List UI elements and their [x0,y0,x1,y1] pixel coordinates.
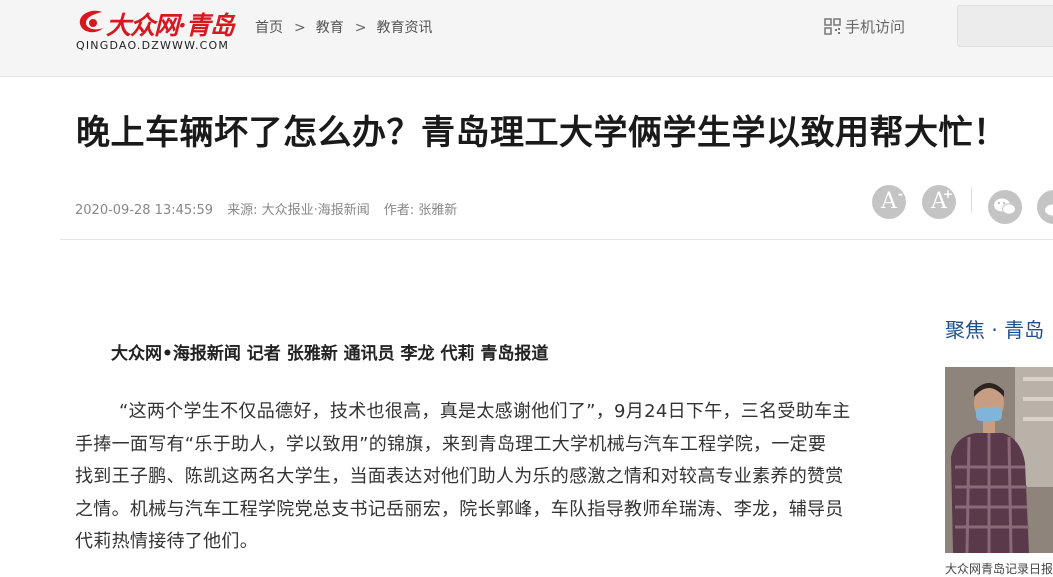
paragraph-line: 之情。机械与汽车工程学院党总支书记岳丽宏，院长郭峰，车队指导教师牟瑞涛、李龙，辅… [75,498,844,520]
minus-icon: - [898,187,903,201]
search-input[interactable] [957,5,1053,47]
logo-swirl-icon [79,10,103,33]
font-increase-button[interactable]: A + [922,185,956,219]
article-author: 作者: 张雅新 [383,203,458,218]
mobile-access-link[interactable]: 手机访问 [824,16,905,37]
paragraph-line: 找到王子鹏、陈凯这两名大学生，当面表达对他们助人为乐的感激之情和对较高专业素养的… [75,466,844,487]
logo-subtitle: QINGDAO.DZWWW.COM [76,39,230,52]
site-logo[interactable]: 大众网·青岛 QINGDAO.DZWWW.COM [76,6,236,54]
breadcrumb-education-news[interactable]: 教育资讯 [376,17,432,37]
wechat-icon [994,198,1016,215]
qr-code-icon [824,18,841,35]
publish-date: 2020-09-28 13:45:59 [75,203,214,218]
font-size-icon: A [881,189,897,214]
logo-text: 大众网·青岛 [106,11,235,40]
breadcrumb-separator: > [294,20,306,36]
font-decrease-button[interactable]: A - [872,185,906,219]
weibo-icon [1045,204,1053,216]
sidebar-news-photo[interactable] [945,367,1053,553]
header-divider [60,239,1053,240]
sidebar-caption[interactable]: 大众网青岛记录日报 [945,560,1053,577]
wechat-share-button[interactable] [988,190,1022,224]
photo-person-image [945,367,1053,553]
breadcrumb-education[interactable]: 教育 [316,17,344,37]
article-byline: 大众网•海报新闻 记者 张雅新 通讯员 李龙 代莉 青岛报道 [111,344,549,364]
weibo-share-button[interactable] [1037,190,1053,224]
breadcrumb-home[interactable]: 首页 [255,17,283,37]
paragraph-line: 代莉热情接待了他们。 [75,531,258,552]
breadcrumb: 首页 > 教育 > 教育资讯 [255,17,432,37]
mobile-access-label: 手机访问 [845,18,906,36]
toolbar-divider [971,187,972,213]
breadcrumb-separator: > [354,20,367,36]
plus-icon: + [942,187,953,201]
sidebar-title: 聚焦 · 青岛 [945,318,1045,342]
article-paragraph: “这两个学生不仅品德好，技术也很高，真是太感谢他们了”，9月24日下午，三名受助… [75,396,860,559]
article-source: 来源: 大众报业·海报新闻 [227,203,370,218]
site-header: 大众网·青岛 QINGDAO.DZWWW.COM 首页 > 教育 > 教育资讯 手机访问 [0,0,1053,77]
article-title: 晚上车辆坏了怎么办？青岛理工大学俩学生学以致用帮大忙！ [76,113,1008,153]
paragraph-line: 手捧一面写有“乐于助人，学以致用”的锦旗，来到青岛理工大学机械与汽车工程学院，一… [75,433,827,455]
paragraph-line: “这两个学生不仅品德好，技术也很高，真是太感谢他们了”，9月24日下午，三名受助… [119,401,851,422]
article-meta: 2020-09-28 13:45:59 来源: 大众报业·海报新闻 作者: 张雅新 [75,199,471,218]
